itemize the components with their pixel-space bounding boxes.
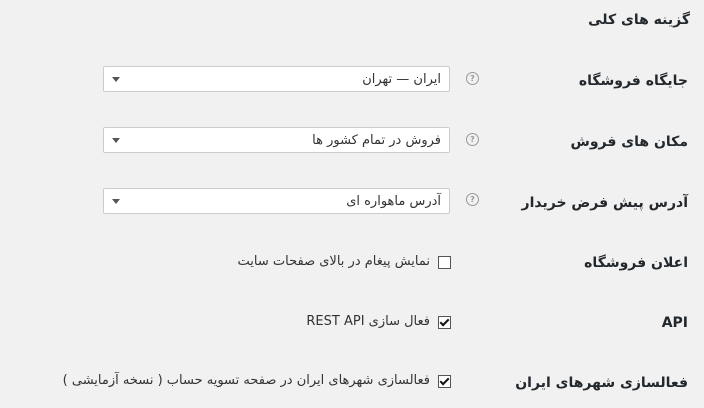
default-customer-address-value: آدرس ماهواره ای: [346, 194, 441, 209]
api-label: API: [661, 315, 688, 331]
default-customer-address-label: آدرس پیش فرض خریدار: [521, 195, 688, 211]
chevron-down-icon: [112, 77, 120, 82]
question-circle-icon[interactable]: ?: [466, 72, 479, 85]
question-circle-icon[interactable]: ?: [466, 193, 479, 206]
store-notice-label: اعلان فروشگاه: [584, 255, 688, 271]
section-title: گزینه های کلی: [588, 12, 690, 28]
rest-api-checkbox-label: فعال سازی REST API: [306, 314, 430, 329]
question-circle-icon[interactable]: ?: [466, 133, 479, 146]
store-location-value: ایران — تهران: [362, 72, 441, 87]
store-notice-checkbox-label: نمایش پیغام در بالای صفحات سایت: [237, 254, 430, 269]
selling-locations-label: مکان های فروش: [570, 134, 688, 150]
chevron-down-icon: [112, 199, 120, 204]
selling-locations-value: فروش در تمام کشور ها: [312, 133, 441, 148]
store-notice-checkbox[interactable]: [438, 256, 451, 269]
iran-cities-label: فعالسازی شهرهای ایران: [515, 375, 688, 391]
store-location-select[interactable]: ایران — تهران: [103, 66, 450, 92]
chevron-down-icon: [112, 138, 120, 143]
selling-locations-select[interactable]: فروش در تمام کشور ها: [103, 127, 450, 153]
iran-cities-checkbox-label: فعالسازی شهرهای ایران در صفحه تسویه حساب…: [62, 373, 430, 388]
rest-api-checkbox[interactable]: [438, 316, 451, 329]
store-location-label: جایگاه فروشگاه: [578, 73, 688, 89]
iran-cities-checkbox[interactable]: [438, 375, 451, 388]
default-customer-address-select[interactable]: آدرس ماهواره ای: [103, 188, 450, 214]
